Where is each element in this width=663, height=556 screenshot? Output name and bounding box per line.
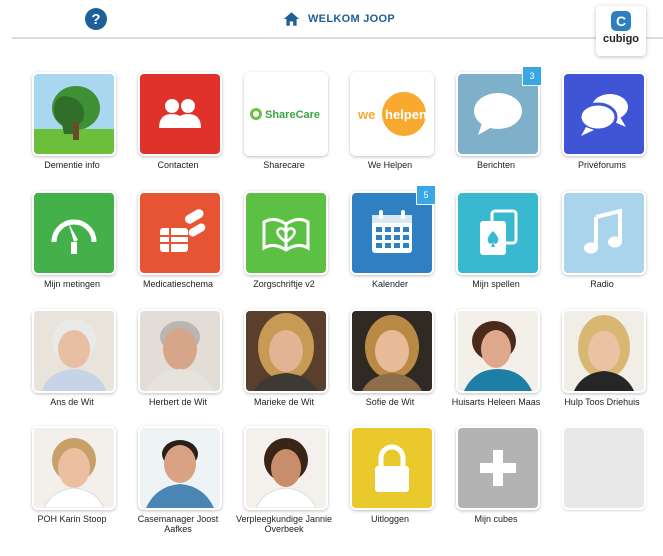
avatar-woman-smiling[interactable] — [350, 309, 434, 393]
tile-radio[interactable]: Radio — [550, 191, 654, 321]
svg-text:helpen: helpen — [385, 107, 427, 122]
tile-label: Privéforums — [577, 160, 626, 170]
forums-icon[interactable] — [562, 72, 646, 156]
brand-icon: C — [611, 11, 631, 31]
tile-mijn-spellen[interactable]: Mijn spellen — [444, 191, 548, 321]
tile-label: Uitloggen — [370, 514, 410, 524]
tile-label: Sofie de Wit — [365, 397, 415, 407]
avatar-doctor[interactable] — [456, 309, 540, 393]
unread-badge: 5 — [416, 185, 436, 205]
tile-label: Radio — [590, 279, 614, 289]
tile-label: Mijn spellen — [472, 279, 520, 289]
tile-label: Dementie info — [44, 160, 100, 170]
tile-mijn-cubes[interactable]: Mijn cubes — [444, 426, 548, 556]
tile-label: Sharecare — [263, 160, 305, 170]
empty-slot[interactable] — [562, 426, 646, 510]
sharecare-logo[interactable]: ShareCare — [244, 72, 328, 156]
top-bar: ? WELKOM JOOP C cubigo — [0, 0, 663, 56]
lock-icon[interactable] — [350, 426, 434, 510]
svg-text:we: we — [357, 107, 375, 122]
tile-label: Contacten — [157, 160, 199, 170]
music-icon[interactable] — [562, 191, 646, 275]
tile-label: Zorgschriftje v2 — [253, 279, 315, 289]
tile-label: Huisarts Heleen Maas — [451, 397, 541, 407]
svg-text:ShareCare: ShareCare — [265, 109, 320, 121]
contacts-icon[interactable] — [138, 72, 222, 156]
gauge-icon[interactable] — [32, 191, 116, 275]
tile-medicatieschema[interactable]: Medicatieschema — [126, 191, 230, 321]
avatar-young-man[interactable] — [138, 426, 222, 510]
tile-uitloggen[interactable]: Uitloggen — [338, 426, 442, 556]
tile-label: Verpleegkundige Jannie Overbeek — [235, 514, 333, 534]
tile-label: We Helpen — [367, 160, 413, 170]
tile-marieke-de-wit[interactable]: Marieke de Wit — [232, 309, 336, 439]
help-icon[interactable]: ? — [85, 8, 107, 30]
tile-dementie-info[interactable]: Dementie info — [20, 72, 124, 202]
tile-berichten[interactable]: 3 Berichten — [444, 66, 548, 202]
tile-label: Hulp Toos Driehuis — [564, 397, 640, 407]
unread-badge: 3 — [522, 66, 542, 86]
header-title-group[interactable]: WELKOM JOOP — [283, 9, 395, 29]
tile-hulp-toos-driehuis[interactable]: Hulp Toos Driehuis — [550, 309, 654, 439]
tile-we-helpen[interactable]: we helpen We Helpen — [338, 72, 442, 202]
tile-zorgschriftje[interactable]: Zorgschriftje v2 — [232, 191, 336, 321]
tile-label: Medicatieschema — [142, 279, 214, 289]
avatar-man-grey[interactable] — [138, 309, 222, 393]
book-heart-icon[interactable] — [244, 191, 328, 275]
brand-name: cubigo — [602, 33, 640, 45]
tile-empty-slot[interactable] — [550, 426, 654, 556]
tile-label: Kalender — [371, 279, 409, 289]
tile-casemanager-joost-aafkes[interactable]: Casemanager Joost Aafkes — [126, 426, 230, 556]
avatar-nurse[interactable] — [32, 426, 116, 510]
tile-priveforums[interactable]: Privéforums — [550, 72, 654, 202]
avatar-woman-blonde[interactable] — [244, 309, 328, 393]
tile-kalender[interactable]: 5 Kalender — [338, 185, 442, 321]
tile-herbert-de-wit[interactable]: Herbert de Wit — [126, 309, 230, 439]
tile-sofie-de-wit[interactable]: Sofie de Wit — [338, 309, 442, 439]
tile-label: Mijn metingen — [43, 279, 101, 289]
cards-icon[interactable] — [456, 191, 540, 275]
plus-icon[interactable] — [456, 426, 540, 510]
avatar-elderly-woman[interactable] — [32, 309, 116, 393]
page-title: WELKOM JOOP — [308, 13, 396, 25]
tile-label: POH Karin Stoop — [37, 514, 107, 524]
tile-label: Marieke de Wit — [253, 397, 315, 407]
header-divider — [12, 37, 663, 39]
avatar-nurse-dark[interactable] — [244, 426, 328, 510]
tile-label: Berichten — [476, 160, 516, 170]
tile-label: Casemanager Joost Aafkes — [137, 514, 219, 534]
tile-mijn-metingen[interactable]: Mijn metingen — [20, 191, 124, 321]
tile-contacten[interactable]: Contacten — [126, 72, 230, 202]
tile-sharecare[interactable]: ShareCare Sharecare — [232, 72, 336, 202]
home-icon[interactable] — [283, 11, 300, 27]
tree-head-photo[interactable] — [32, 72, 116, 156]
tile-poh-karin-stoop[interactable]: POH Karin Stoop — [20, 426, 124, 556]
avatar-blonde-helper[interactable] — [562, 309, 646, 393]
tile-verpleegkundige-jannie-overbeek[interactable]: Verpleegkundige Jannie Overbeek — [232, 426, 336, 556]
tile-ans-de-wit[interactable]: Ans de Wit — [20, 309, 124, 439]
we-helpen-logo[interactable]: we helpen — [350, 72, 434, 156]
tile-label: Ans de Wit — [50, 397, 94, 407]
tile-huisarts-heleen-maas[interactable]: Huisarts Heleen Maas — [444, 309, 548, 439]
brand-logo[interactable]: C cubigo — [596, 6, 646, 56]
medication-icon[interactable] — [138, 191, 222, 275]
tile-label: Herbert de Wit — [148, 397, 208, 407]
tile-label: Mijn cubes — [474, 514, 518, 524]
